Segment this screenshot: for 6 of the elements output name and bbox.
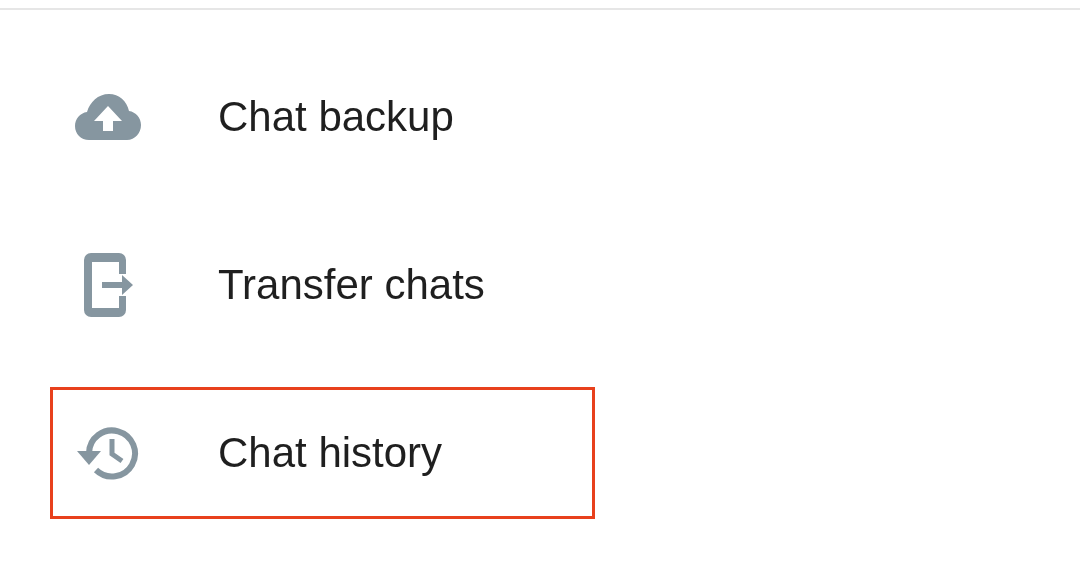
- cloud-upload-icon: [75, 94, 141, 140]
- menu-item[interactable]: Chat history: [50, 387, 595, 519]
- menu-item[interactable]: Transfer chats: [50, 219, 595, 351]
- history-icon: [77, 424, 139, 482]
- phone-exit-icon: [83, 253, 133, 317]
- menu-item[interactable]: Chat backup: [50, 51, 595, 183]
